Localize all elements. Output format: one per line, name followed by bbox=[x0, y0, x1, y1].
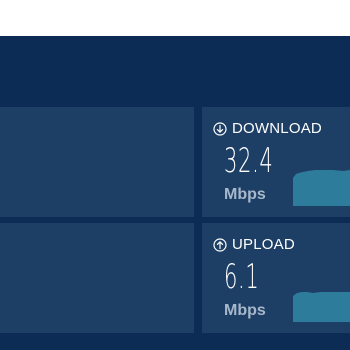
download-panel: DOWNLOAD 32.4 Mbps bbox=[202, 107, 350, 217]
upload-sparkline bbox=[293, 292, 350, 322]
download-unit: Mbps bbox=[224, 186, 266, 203]
result-panel-left-bottom bbox=[0, 223, 194, 333]
download-header: DOWNLOAD bbox=[213, 120, 322, 137]
arrow-down-circle-icon bbox=[213, 121, 227, 136]
upload-value: 6.1 bbox=[224, 257, 260, 297]
upload-label: UPLOAD bbox=[232, 236, 295, 253]
download-value: 32.4 bbox=[224, 141, 274, 181]
top-bar bbox=[0, 0, 350, 36]
upload-header: UPLOAD bbox=[213, 236, 295, 253]
download-sparkline bbox=[293, 170, 350, 206]
result-panel-left-top bbox=[0, 107, 194, 217]
download-label: DOWNLOAD bbox=[232, 120, 322, 137]
upload-unit: Mbps bbox=[224, 302, 266, 319]
upload-panel: UPLOAD 6.1 Mbps bbox=[202, 223, 350, 333]
arrow-up-circle-icon bbox=[213, 237, 227, 252]
